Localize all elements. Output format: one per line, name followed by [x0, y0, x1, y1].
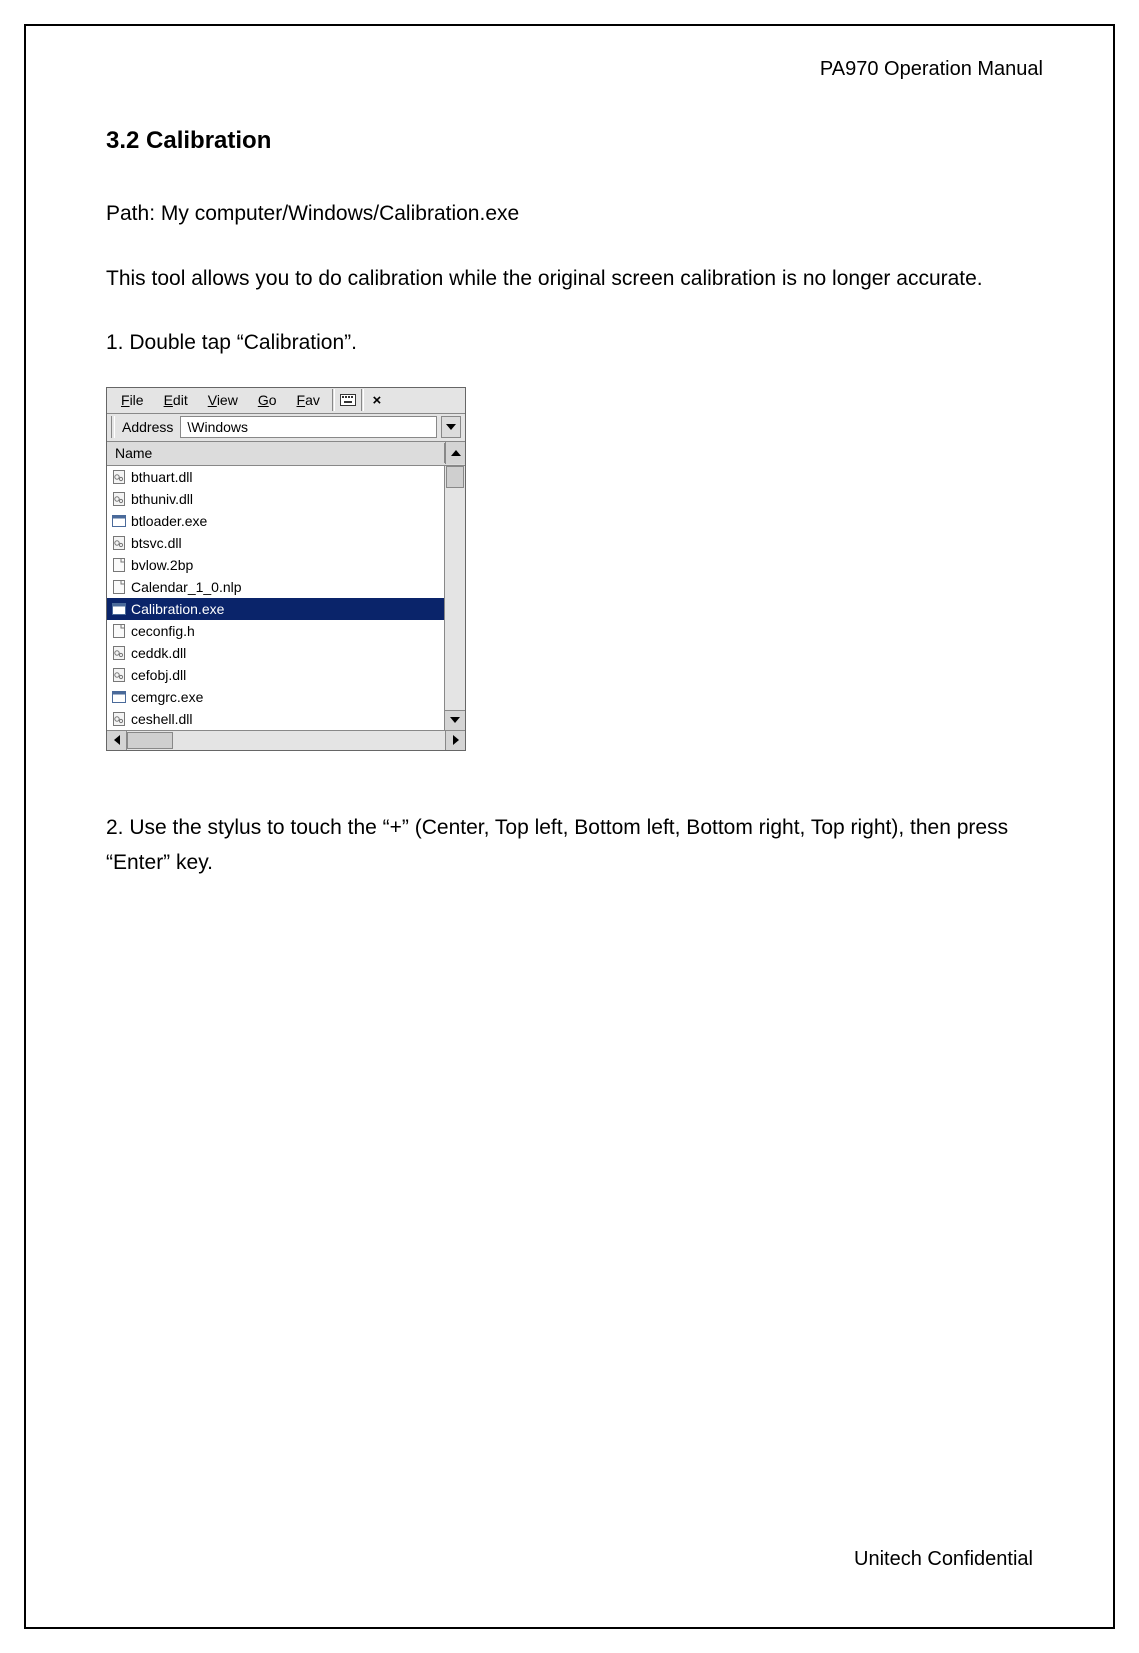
- hscroll-thumb[interactable]: [127, 732, 173, 749]
- file-name: Calibration.exe: [131, 601, 224, 617]
- hscroll-track[interactable]: [127, 731, 445, 750]
- menubar-separator: [332, 389, 335, 411]
- step-1: 1. Double tap “Calibration”.: [106, 326, 1033, 361]
- generic-file-icon: [111, 557, 127, 573]
- file-row[interactable]: Calendar_1_0.nlp: [107, 576, 444, 598]
- exe-file-icon: [111, 513, 127, 529]
- file-name: cemgrc.exe: [131, 689, 203, 705]
- file-row[interactable]: Calibration.exe: [107, 598, 444, 620]
- vscroll-thumb[interactable]: [446, 466, 464, 488]
- file-name: cefobj.dll: [131, 667, 186, 683]
- dll-file-icon: [111, 711, 127, 727]
- address-bar: Address \Windows: [107, 414, 465, 442]
- file-row[interactable]: btsvc.dll: [107, 532, 444, 554]
- file-name: ceddk.dll: [131, 645, 186, 661]
- generic-file-icon: [111, 579, 127, 595]
- dll-file-icon: [111, 667, 127, 683]
- column-header-name[interactable]: Name: [107, 443, 445, 463]
- menu-go[interactable]: Go: [248, 390, 287, 410]
- file-list[interactable]: bthuart.dll bthuniv.dll btloader.exe btsvc.…: [107, 466, 445, 730]
- file-row[interactable]: cemgrc.exe: [107, 686, 444, 708]
- menu-fav-rest: av: [305, 392, 320, 408]
- file-name: ceconfig.h: [131, 623, 195, 639]
- path-line: Path: My computer/Windows/Calibration.ex…: [106, 197, 1033, 232]
- file-name: bvlow.2bp: [131, 557, 193, 573]
- vscroll-track[interactable]: [445, 466, 465, 710]
- address-dropdown-button[interactable]: [441, 416, 461, 438]
- menu-file[interactable]: File: [111, 390, 154, 410]
- close-icon[interactable]: ×: [366, 389, 388, 411]
- scroll-down-button[interactable]: [445, 710, 465, 730]
- exe-file-icon: [111, 601, 127, 617]
- vertical-scrollbar[interactable]: [445, 466, 465, 730]
- file-name: btloader.exe: [131, 513, 207, 529]
- dll-file-icon: [111, 535, 127, 551]
- file-row[interactable]: ceddk.dll: [107, 642, 444, 664]
- dll-file-icon: [111, 469, 127, 485]
- file-list-area: bthuart.dll bthuniv.dll btloader.exe btsvc.…: [107, 466, 465, 730]
- menu-edit-rest: dit: [173, 392, 188, 408]
- file-row[interactable]: ceshell.dll: [107, 708, 444, 730]
- menu-edit[interactable]: Edit: [154, 390, 198, 410]
- file-row[interactable]: bvlow.2bp: [107, 554, 444, 576]
- exe-file-icon: [111, 689, 127, 705]
- keyboard-icon[interactable]: [337, 389, 359, 411]
- file-row[interactable]: btloader.exe: [107, 510, 444, 532]
- file-row[interactable]: cefobj.dll: [107, 664, 444, 686]
- intro-text: This tool allows you to do calibration w…: [106, 262, 1033, 297]
- file-name: Calendar_1_0.nlp: [131, 579, 242, 595]
- menu-view-rest: iew: [217, 392, 238, 408]
- scroll-up-button[interactable]: [445, 442, 465, 464]
- step-2: 2. Use the stylus to touch the “+” (Cent…: [106, 811, 1033, 880]
- section-title: 3.2 Calibration: [106, 127, 1033, 155]
- menubar-separator-2: [361, 389, 364, 411]
- dll-file-icon: [111, 491, 127, 507]
- menu-file-rest: ile: [130, 392, 144, 408]
- file-name: btsvc.dll: [131, 535, 182, 551]
- column-header-row: Name: [107, 442, 465, 466]
- dll-file-icon: [111, 645, 127, 661]
- file-name: bthuniv.dll: [131, 491, 193, 507]
- doc-title: PA970 Operation Manual: [106, 58, 1043, 81]
- file-explorer-window: File Edit View Go Fav × Address \Windows…: [106, 387, 466, 751]
- horizontal-scrollbar[interactable]: [107, 730, 465, 750]
- generic-file-icon: [111, 623, 127, 639]
- menu-fav[interactable]: Fav: [287, 390, 330, 410]
- file-name: bthuart.dll: [131, 469, 192, 485]
- menu-view[interactable]: View: [198, 390, 248, 410]
- page-frame: PA970 Operation Manual 3.2 Calibration P…: [24, 24, 1115, 1629]
- file-row[interactable]: bthuniv.dll: [107, 488, 444, 510]
- scroll-right-button[interactable]: [445, 731, 465, 750]
- file-row[interactable]: ceconfig.h: [107, 620, 444, 642]
- address-input[interactable]: \Windows: [180, 416, 437, 438]
- footer-text: Unitech Confidential: [854, 1548, 1033, 1571]
- menu-go-rest: o: [269, 392, 277, 408]
- file-name: ceshell.dll: [131, 711, 192, 727]
- menubar: File Edit View Go Fav ×: [107, 388, 465, 414]
- address-grip[interactable]: [111, 416, 115, 438]
- file-row[interactable]: bthuart.dll: [107, 466, 444, 488]
- scroll-left-button[interactable]: [107, 731, 127, 750]
- address-label: Address: [119, 419, 176, 435]
